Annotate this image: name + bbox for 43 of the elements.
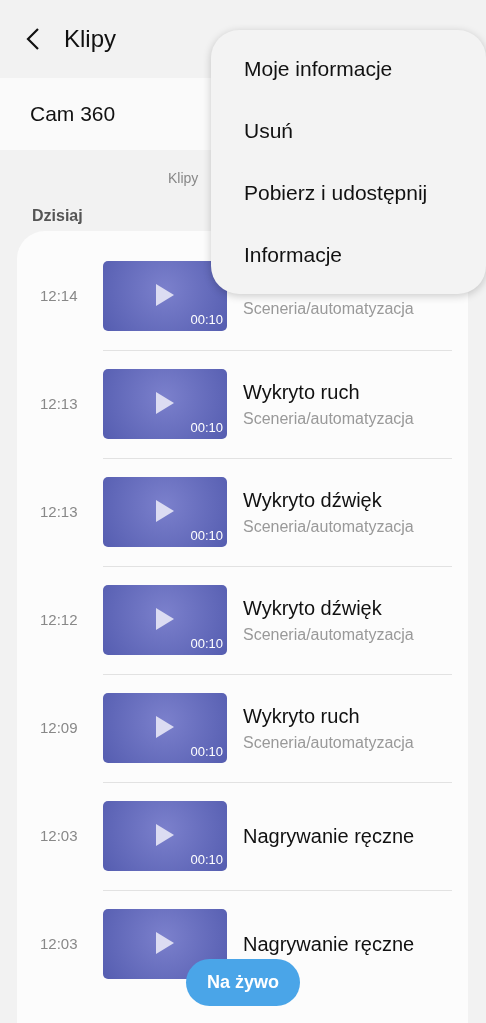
video-thumbnail[interactable]: 00:10 bbox=[103, 801, 227, 871]
play-icon bbox=[156, 608, 174, 630]
clip-category: Sceneria/automatyzacja bbox=[243, 517, 414, 537]
play-icon bbox=[156, 500, 174, 522]
video-thumbnail[interactable]: 00:10 bbox=[103, 693, 227, 763]
play-icon bbox=[156, 392, 174, 414]
clip-time: 12:12 bbox=[39, 609, 79, 630]
clip-title: Wykryto ruch bbox=[243, 380, 361, 405]
clip-time: 12:13 bbox=[39, 501, 79, 522]
clip-duration: 00:10 bbox=[190, 310, 223, 329]
clip-duration: 00:10 bbox=[190, 742, 223, 761]
screen-title: Klipy bbox=[64, 24, 117, 54]
clip-time: 12:03 bbox=[39, 933, 79, 954]
back-icon[interactable] bbox=[26, 28, 40, 50]
video-thumbnail[interactable]: 00:10 bbox=[103, 477, 227, 547]
video-thumbnail[interactable]: 00:10 bbox=[103, 261, 227, 331]
play-icon bbox=[156, 932, 174, 954]
clip-time: 12:13 bbox=[39, 393, 79, 414]
clip-time: 12:03 bbox=[39, 825, 79, 846]
play-icon bbox=[156, 284, 174, 306]
clip-category: Sceneria/automatyzacja bbox=[243, 409, 414, 429]
clip-time: 12:14 bbox=[39, 285, 79, 306]
clip-title: Wykryto dźwięk bbox=[243, 596, 383, 621]
clip-category: Sceneria/automatyzacja bbox=[243, 625, 414, 645]
section-heading: Dzisiaj bbox=[32, 206, 83, 226]
play-icon bbox=[156, 824, 174, 846]
clip-duration: 00:10 bbox=[190, 418, 223, 437]
clip-title: Wykryto ruch bbox=[243, 704, 361, 729]
clip-duration: 00:10 bbox=[190, 526, 223, 545]
clip-category: Sceneria/automatyzacja bbox=[243, 733, 414, 753]
video-thumbnail[interactable]: 00:10 bbox=[103, 585, 227, 655]
live-button[interactable]: Na żywo bbox=[186, 959, 300, 1006]
play-icon bbox=[156, 716, 174, 738]
clip-duration: 00:10 bbox=[190, 634, 223, 653]
clip-time: 12:09 bbox=[39, 717, 79, 738]
info-text: Klipy bbox=[168, 169, 199, 188]
clip-duration: 00:10 bbox=[190, 850, 223, 869]
menu-item[interactable]: Pobierz i udostępnij bbox=[211, 162, 486, 224]
clip-title: Nagrywanie ręczne bbox=[243, 824, 415, 849]
video-thumbnail[interactable]: 00:10 bbox=[103, 369, 227, 439]
clip-title: Nagrywanie ręczne bbox=[243, 932, 415, 957]
clip-title: Wykryto dźwięk bbox=[243, 488, 383, 513]
clip-category: Sceneria/automatyzacja bbox=[243, 299, 414, 319]
